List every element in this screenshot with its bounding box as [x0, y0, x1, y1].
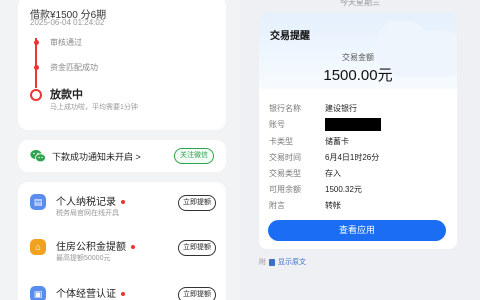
boost-button[interactable]: 立即提额	[178, 195, 216, 211]
step-dot	[33, 65, 39, 70]
active-step-label: 放款中	[50, 89, 83, 101]
service-list: ▤ 个人纳税记录 税务局官网在线开具 立即提额 ⌂ 住房公积金提额 最高提额50…	[18, 182, 226, 300]
show-original-link[interactable]: 显示原文	[278, 259, 306, 266]
detail-row: 交易时间 6月4日1时26分	[269, 153, 380, 162]
active-step-dot	[30, 89, 42, 101]
transaction-alert-card[interactable]: 交易提醒 交易金额 1500.00元 银行名称 建设银行 账号 卡类型 储蓄卡 交易…	[259, 13, 457, 249]
item-title: 住房公积金提额	[56, 238, 135, 253]
loan-panel: 借款¥1500 分6期 2025-06-04 01:24:02 审核通过 资金匹…	[0, 0, 240, 300]
redacted-account	[325, 118, 381, 131]
detail-row: 卡类型 储蓄卡	[269, 137, 349, 146]
date-header: 今天星期三	[340, 0, 380, 7]
follow-wechat-button[interactable]: 关注微信	[174, 148, 214, 164]
list-item[interactable]: ⌂ 住房公积金提额 最高提额50000元 立即提额	[18, 231, 226, 265]
loan-status-card: 借款¥1500 分6期 2025-06-04 01:24:02 审核通过 资金匹…	[18, 0, 226, 130]
item-title: 个人纳税记录	[56, 193, 125, 208]
wechat-icon	[30, 149, 46, 163]
detail-row: 附言 转帐	[269, 201, 341, 210]
sms-panel: 今天星期三 交易提醒 交易金额 1500.00元 银行名称 建设银行 账号 卡类型…	[240, 0, 480, 300]
progress-line	[35, 38, 37, 88]
notification-banner[interactable]: 下款成功通知未开启 > 关注微信	[18, 140, 226, 172]
view-app-button[interactable]: 查看应用	[268, 220, 446, 241]
business-cert-icon: ▣	[30, 286, 46, 300]
list-item[interactable]: ▤ 个人纳税记录 税务局官网在线开具 立即提额	[18, 186, 226, 220]
active-step-subtitle: 马上成功啦，平均需要1分钟	[50, 104, 138, 111]
item-subtitle: 税务局官网在线开具	[56, 210, 119, 217]
item-subtitle: 最高提额50000元	[56, 255, 111, 262]
house-fund-icon: ⌂	[30, 239, 46, 255]
detail-row: 账号	[269, 118, 449, 131]
original-text-icon	[269, 258, 275, 266]
tax-record-icon: ▤	[30, 194, 46, 210]
step-label: 审核通过	[50, 38, 82, 47]
amount-label: 交易金额	[342, 53, 374, 62]
item-title: 个体经营认证	[56, 285, 125, 300]
boost-button[interactable]: 立即提额	[178, 240, 216, 256]
boost-button[interactable]: 立即提额	[178, 287, 216, 300]
detail-row: 银行名称 建设银行	[269, 104, 357, 113]
amount-value: 1500.00元	[323, 67, 393, 84]
list-item[interactable]: ▣ 个体经营认证 立即提额	[18, 278, 226, 300]
detail-row: 可用余额 1500.32元	[269, 185, 362, 194]
alert-title: 交易提醒	[270, 31, 310, 42]
detail-row: 交易类型 存入	[269, 169, 341, 178]
step-dot	[33, 40, 39, 45]
footer-note: 附显示原文	[259, 258, 306, 266]
notification-text[interactable]: 下款成功通知未开启 >	[52, 150, 141, 163]
step-label: 资金匹配成功	[50, 63, 98, 72]
loan-date: 2025-06-04 01:24:02	[30, 18, 105, 27]
